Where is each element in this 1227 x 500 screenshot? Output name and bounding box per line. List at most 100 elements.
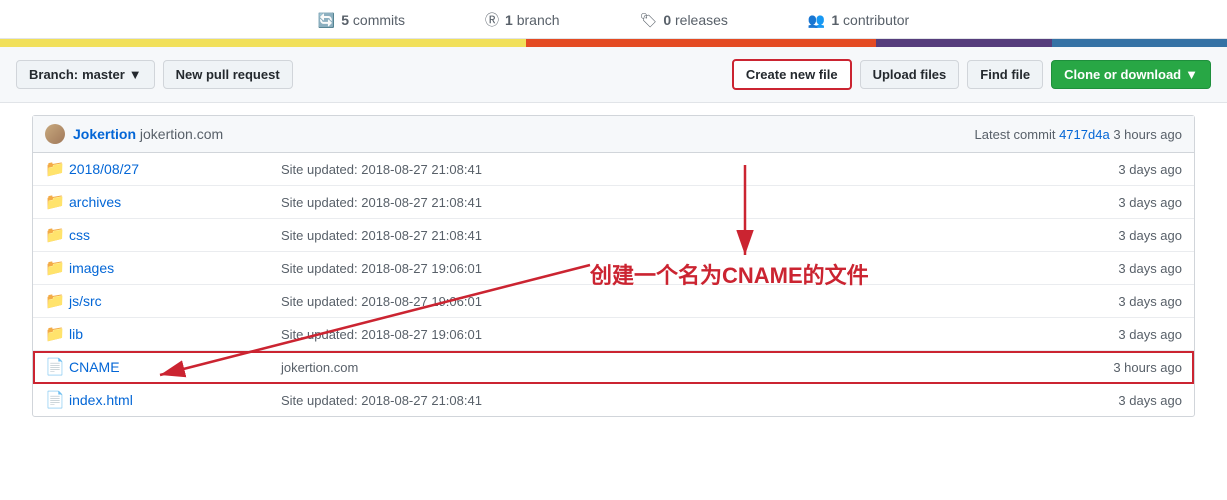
file-name: lib [69, 326, 269, 342]
new-pull-request-button[interactable]: New pull request [163, 60, 293, 89]
file-name: images [69, 260, 269, 276]
branch-label: Branch: [29, 67, 78, 82]
contributors-stat[interactable]: 👥 1 contributor [808, 12, 909, 29]
file-type-icon: 📁 [45, 192, 69, 212]
file-name-link[interactable]: CNAME [69, 359, 120, 375]
file-type-icon: 📄 [45, 357, 69, 377]
commit-author: Jokertion jokertion.com [73, 126, 223, 142]
file-name: css [69, 227, 269, 243]
toolbar: Branch: master ▼ New pull request Create… [0, 47, 1227, 103]
file-time: 3 days ago [1118, 294, 1182, 309]
clone-download-label: Clone or download [1064, 67, 1181, 82]
file-commit-msg: Site updated: 2018-08-27 19:06:01 [269, 294, 1118, 309]
file-type-icon: 📄 [45, 390, 69, 410]
file-time: 3 days ago [1118, 195, 1182, 210]
file-name: CNAME [69, 359, 269, 375]
folder-icon: 📁 [45, 194, 65, 211]
file-name: 2018/08/27 [69, 161, 269, 177]
releases-count: 0 releases [663, 12, 728, 28]
file-name-link[interactable]: archives [69, 194, 121, 210]
commits-icon: 🔄 [318, 12, 335, 29]
file-type-icon: 📁 [45, 324, 69, 344]
file-commit-msg: Site updated: 2018-08-27 19:06:01 [269, 261, 1118, 276]
stats-bar: 🔄 5 commits Ⓡ 1 branch 🏷 0 releases 👥 1 … [0, 0, 1227, 39]
find-file-button[interactable]: Find file [967, 60, 1043, 89]
table-row: 📁 2018/08/27 Site updated: 2018-08-27 21… [33, 153, 1194, 186]
avatar [45, 124, 65, 144]
file-time: 3 days ago [1118, 162, 1182, 177]
branches-icon: Ⓡ [485, 10, 499, 30]
file-rows-container: 📁 2018/08/27 Site updated: 2018-08-27 21… [33, 153, 1194, 416]
file-time: 3 days ago [1118, 393, 1182, 408]
contributors-icon: 👥 [808, 12, 825, 29]
folder-icon: 📁 [45, 227, 65, 244]
file-time: 3 days ago [1118, 261, 1182, 276]
file-name-link[interactable]: js/src [69, 293, 102, 309]
branches-count: 1 branch [505, 12, 560, 28]
commit-author-link[interactable]: Jokertion [73, 126, 136, 142]
file-name-link[interactable]: 2018/08/27 [69, 161, 139, 177]
file-commit-msg: Site updated: 2018-08-27 21:08:41 [269, 195, 1118, 210]
file-name: index.html [69, 392, 269, 408]
file-name-link[interactable]: lib [69, 326, 83, 342]
table-row: 📁 js/src Site updated: 2018-08-27 19:06:… [33, 285, 1194, 318]
table-row: 📁 archives Site updated: 2018-08-27 21:0… [33, 186, 1194, 219]
language-bar [0, 39, 1227, 47]
file-name: js/src [69, 293, 269, 309]
table-row: 📁 css Site updated: 2018-08-27 21:08:41 … [33, 219, 1194, 252]
contributors-count: 1 contributor [831, 12, 909, 28]
file-commit-msg: Site updated: 2018-08-27 19:06:01 [269, 327, 1118, 342]
lang-css [876, 39, 1051, 47]
table-row: 📁 lib Site updated: 2018-08-27 19:06:01 … [33, 318, 1194, 351]
file-name-link[interactable]: index.html [69, 392, 133, 408]
file-type-icon: 📁 [45, 291, 69, 311]
file-time: 3 days ago [1118, 228, 1182, 243]
chevron-down-icon: ▼ [1185, 67, 1198, 82]
file-commit-msg: Site updated: 2018-08-27 21:08:41 [269, 228, 1118, 243]
create-new-file-button[interactable]: Create new file [732, 59, 852, 90]
file-time: 3 days ago [1118, 327, 1182, 342]
file-type-icon: 📁 [45, 258, 69, 278]
releases-stat[interactable]: 🏷 0 releases [640, 12, 728, 29]
commit-row: Jokertion jokertion.com Latest commit 47… [33, 116, 1194, 153]
file-icon: 📄 [45, 392, 65, 409]
branch-selector[interactable]: Branch: master ▼ [16, 60, 155, 89]
commits-count: 5 commits [341, 12, 405, 28]
commit-hash-link[interactable]: 4717d4a [1059, 127, 1110, 142]
page-wrapper: 🔄 5 commits Ⓡ 1 branch 🏷 0 releases 👥 1 … [0, 0, 1227, 417]
lang-html [526, 39, 877, 47]
commit-info: Latest commit 4717d4a 3 hours ago [975, 127, 1182, 142]
table-row: 📁 images Site updated: 2018-08-27 19:06:… [33, 252, 1194, 285]
file-table: Jokertion jokertion.com Latest commit 47… [32, 115, 1195, 417]
upload-files-button[interactable]: Upload files [860, 60, 960, 89]
file-commit-msg: jokertion.com [269, 360, 1113, 375]
file-name-link[interactable]: images [69, 260, 114, 276]
table-row: 📄 CNAME jokertion.com 3 hours ago [33, 351, 1194, 384]
folder-icon: 📁 [45, 161, 65, 178]
releases-icon: 🏷 [640, 12, 658, 29]
folder-icon: 📁 [45, 293, 65, 310]
lang-js [0, 39, 526, 47]
file-name-link[interactable]: css [69, 227, 90, 243]
branch-name: master [82, 67, 125, 82]
latest-commit-label: Latest commit [975, 127, 1056, 142]
file-commit-msg: Site updated: 2018-08-27 21:08:41 [269, 162, 1118, 177]
commit-time: 3 hours ago [1113, 127, 1182, 142]
commits-stat[interactable]: 🔄 5 commits [318, 12, 405, 29]
file-name: archives [69, 194, 269, 210]
lang-python [1052, 39, 1227, 47]
chevron-down-icon: ▼ [129, 67, 142, 82]
toolbar-right: Create new file Upload files Find file C… [732, 59, 1211, 90]
file-type-icon: 📁 [45, 225, 69, 245]
toolbar-left: Branch: master ▼ New pull request [16, 60, 293, 89]
folder-icon: 📁 [45, 260, 65, 277]
file-commit-msg: Site updated: 2018-08-27 21:08:41 [269, 393, 1118, 408]
commit-author-domain: jokertion.com [140, 126, 223, 142]
file-icon: 📄 [45, 359, 65, 376]
branches-stat[interactable]: Ⓡ 1 branch [485, 10, 560, 30]
clone-download-button[interactable]: Clone or download ▼ [1051, 60, 1211, 89]
file-type-icon: 📁 [45, 159, 69, 179]
file-time: 3 hours ago [1113, 360, 1182, 375]
table-row: 📄 index.html Site updated: 2018-08-27 21… [33, 384, 1194, 416]
folder-icon: 📁 [45, 326, 65, 343]
